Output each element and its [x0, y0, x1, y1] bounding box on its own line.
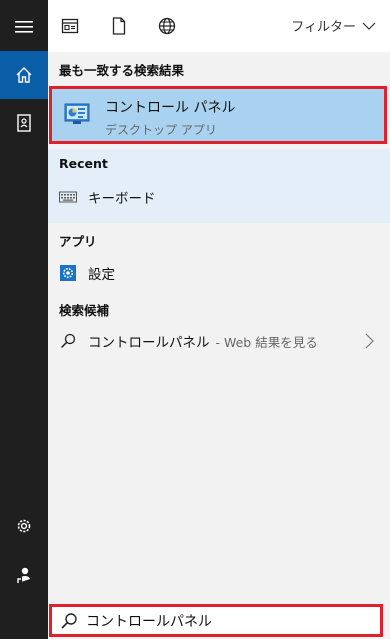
search-icon [59, 332, 77, 350]
filter-label: フィルター [291, 20, 356, 35]
documents-filter-button[interactable] [106, 13, 132, 39]
suggestion-label: コントロールパネル [88, 335, 210, 351]
best-match-title: コントロール パネル [105, 100, 236, 116]
app-window-icon [61, 18, 79, 34]
home-button[interactable] [0, 51, 48, 99]
apps-filter-button[interactable] [57, 13, 83, 39]
filter-bar: フィルター [48, 0, 390, 52]
keyboard-icon [59, 188, 77, 206]
chevron-down-icon [362, 22, 376, 30]
chevron-right-icon[interactable] [365, 333, 374, 353]
suggestion-item[interactable]: コントロールパネル - Web 結果を見る [48, 325, 390, 357]
document-icon [112, 17, 126, 35]
best-match-heading: 最も一致する検索結果 [59, 63, 185, 78]
filter-dropdown[interactable]: フィルター [291, 16, 376, 35]
suggestion-sublabel: - Web 結果を見る [215, 334, 318, 350]
recent-heading: Recent [59, 156, 108, 171]
best-match-subtitle: デスクトップ アプリ [105, 123, 217, 137]
hamburger-menu-button[interactable] [0, 3, 48, 51]
app-item-settings[interactable]: 設定 [48, 257, 390, 289]
suggestions-heading: 検索候補 [59, 303, 110, 318]
apps-heading: アプリ [59, 234, 97, 249]
settings-button[interactable] [0, 502, 48, 550]
start-rail [0, 0, 48, 639]
globe-icon [158, 17, 176, 35]
search-box[interactable] [49, 604, 383, 637]
control-panel-icon [64, 103, 90, 125]
notebook-icon [17, 114, 31, 132]
recent-item-keyboard[interactable]: キーボード [48, 181, 390, 213]
best-match-result[interactable]: コントロール パネル デスクトップ アプリ [49, 86, 387, 144]
search-results-panel: フィルター 最も一致する検索結果 コントロール パネル デスクトップ アプリ R… [48, 0, 390, 639]
gear-icon [17, 519, 31, 533]
hamburger-icon [15, 21, 33, 33]
user-button[interactable] [0, 551, 48, 599]
web-filter-button[interactable] [154, 13, 180, 39]
home-icon [16, 67, 32, 83]
recent-item-label: キーボード [88, 191, 156, 207]
search-input[interactable] [86, 612, 366, 629]
user-icon [17, 567, 30, 583]
app-item-label: 設定 [88, 267, 115, 283]
notebook-button[interactable] [0, 99, 48, 147]
settings-app-icon [59, 264, 77, 282]
recent-section: Recent キーボード [48, 149, 390, 223]
search-box-icon [60, 612, 78, 630]
